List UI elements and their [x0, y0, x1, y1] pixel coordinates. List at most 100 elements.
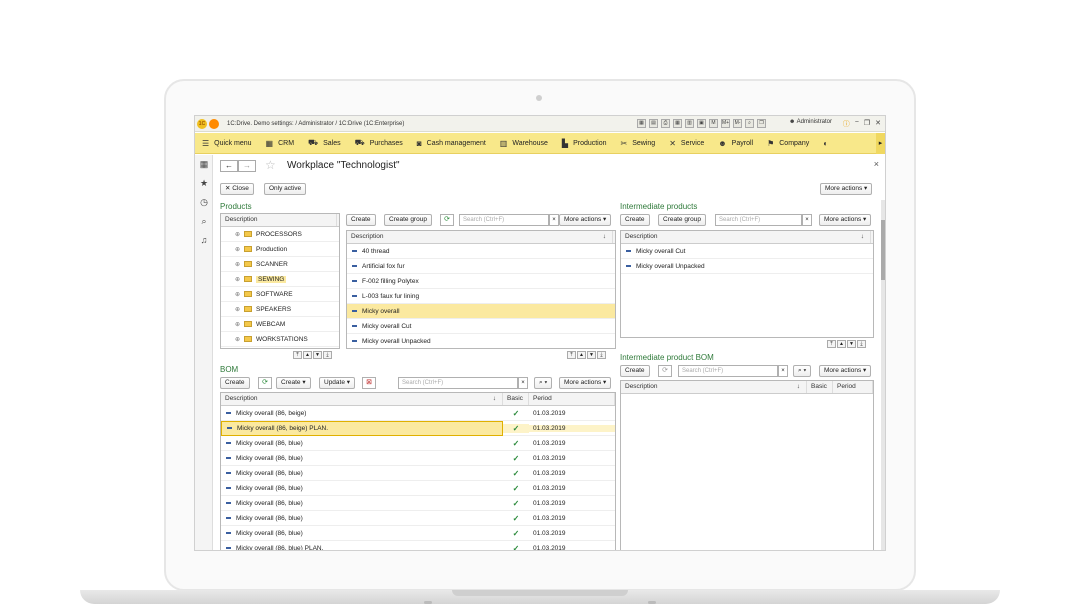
table-row[interactable]: Micky overall (86, blue) ✓ 01.03.2019: [221, 526, 615, 541]
tree-item-selected[interactable]: ⊕ SEWING: [221, 272, 339, 287]
clear-search-icon[interactable]: ×: [802, 214, 812, 226]
table-row[interactable]: Micky overall (86, blue) ✓ 01.03.2019: [221, 466, 615, 481]
sort-icon[interactable]: ↓: [493, 393, 496, 405]
memory-plus-icon[interactable]: M+: [721, 119, 730, 128]
scroll-top-icon[interactable]: ⤒: [293, 351, 302, 359]
favorite-star-icon[interactable]: ☆: [265, 158, 276, 172]
list-item[interactable]: Artificial fox fur: [347, 259, 615, 274]
expand-icon[interactable]: ⊕: [235, 246, 241, 253]
memory-icon[interactable]: M: [709, 119, 718, 128]
refresh-icon[interactable]: ⟳: [258, 377, 272, 389]
scroll-bottom-icon[interactable]: ⤓: [857, 340, 866, 348]
intermediate-bom-create-button[interactable]: Create: [620, 365, 650, 377]
table-row[interactable]: Micky overall (86, beige) ✓ 01.03.2019: [221, 406, 615, 421]
scroll-bottom-icon[interactable]: ⤓: [597, 351, 606, 359]
scroll-down-icon[interactable]: ▼: [847, 340, 856, 348]
intermediate-bom-more-actions-button[interactable]: More actions ▾: [819, 365, 872, 377]
table-icon[interactable]: ▤: [649, 119, 658, 128]
user-label[interactable]: ☻ Administrator: [789, 119, 832, 125]
sort-icon[interactable]: ↓: [603, 231, 606, 243]
expand-icon[interactable]: ⊕: [235, 231, 241, 238]
section-crm[interactable]: ▦ CRM: [259, 133, 302, 154]
close-button[interactable]: ✕ Close: [220, 183, 254, 195]
products-more-actions-button[interactable]: More actions ▾: [559, 214, 612, 226]
intermediate-more-actions-button[interactable]: More actions ▾: [819, 214, 872, 226]
section-purchases[interactable]: ⛟ Purchases: [348, 133, 410, 154]
app-logo-icon[interactable]: 1C: [197, 118, 207, 129]
clear-search-icon[interactable]: ×: [518, 377, 528, 389]
section-warehouse[interactable]: ▥ Warehouse: [493, 133, 555, 154]
scroll-down-icon[interactable]: ▼: [313, 351, 322, 359]
intermediate-bom-table[interactable]: Description ↓ Basic Period: [620, 380, 874, 550]
table-row[interactable]: Micky overall (86, blue) ✓ 01.03.2019: [221, 496, 615, 511]
info-icon[interactable]: ⓘ: [843, 119, 850, 129]
expand-icon[interactable]: ⊕: [235, 291, 241, 298]
section-sales[interactable]: ⛟ Sales: [301, 133, 348, 154]
bom-search-menu-button[interactable]: ⌕ ▾: [534, 377, 553, 389]
print-icon[interactable]: ⎙: [661, 119, 670, 128]
scroll-top-icon[interactable]: ⤒: [827, 340, 836, 348]
section-company[interactable]: ⚑ Company: [760, 133, 816, 154]
favorites-star-icon[interactable]: ★: [195, 174, 213, 193]
section-service[interactable]: ✕ Service: [662, 133, 711, 154]
list-item-selected[interactable]: Micky overall: [347, 304, 615, 319]
tree-item[interactable]: ⊕ PROCESSORS: [221, 227, 339, 242]
clear-search-icon[interactable]: ×: [549, 214, 559, 226]
clear-search-icon[interactable]: ×: [778, 365, 788, 377]
list-item[interactable]: L-003 faux fur lining: [347, 289, 615, 304]
scroll-right-icon[interactable]: ▸: [876, 133, 885, 154]
expand-icon[interactable]: ⊕: [235, 336, 241, 343]
table-row[interactable]: Micky overall (86, blue) ✓ 01.03.2019: [221, 481, 615, 496]
intermediate-search-input[interactable]: Search (Ctrl+F): [715, 214, 802, 226]
scroll-up-icon[interactable]: ▲: [303, 351, 312, 359]
delete-icon[interactable]: ⊠: [362, 377, 376, 389]
tree-item[interactable]: ⊕ WORKSTATIONS: [221, 332, 339, 347]
bom-create-dropdown-button[interactable]: Create ▾: [276, 377, 311, 389]
table-row[interactable]: Micky overall (86, blue) ✓ 01.03.2019: [221, 511, 615, 526]
section-more[interactable]: ◐: [816, 133, 840, 154]
table-row[interactable]: Micky overall (86, blue) ✓ 01.03.2019: [221, 451, 615, 466]
section-sewing[interactable]: ✂ Sewing: [614, 133, 663, 154]
more-actions-button[interactable]: More actions ▾: [820, 183, 873, 195]
intermediate-bom-search-input[interactable]: Search (Ctrl+F): [678, 365, 778, 377]
expand-icon[interactable]: ⊕: [235, 261, 241, 268]
zoom-icon[interactable]: ⌕: [745, 119, 754, 128]
bom-create-button[interactable]: Create: [220, 377, 250, 389]
expand-icon[interactable]: ⊕: [235, 321, 241, 328]
expand-icon[interactable]: ⊕: [235, 276, 241, 283]
section-cash-management[interactable]: ◙ Cash management: [410, 133, 493, 154]
refresh-icon[interactable]: ⟳: [440, 214, 454, 226]
scroll-up-icon[interactable]: ▲: [837, 340, 846, 348]
bom-update-button[interactable]: Update ▾: [319, 377, 356, 389]
grid-icon[interactable]: ▦: [637, 119, 646, 128]
tree-item[interactable]: ⊕ SOFTWARE: [221, 287, 339, 302]
search-icon[interactable]: ⌕: [195, 212, 213, 231]
copy-icon[interactable]: ❐: [757, 119, 766, 128]
calendar-icon[interactable]: ▥: [685, 119, 694, 128]
history-icon[interactable]: ◷: [195, 193, 213, 212]
intermediate-create-group-button[interactable]: Create group: [658, 214, 706, 226]
list-item[interactable]: Micky overall Cut: [347, 319, 615, 334]
intermediate-list[interactable]: Description ↓ Micky overall Cut Micky ove…: [620, 230, 874, 338]
expand-icon[interactable]: ⊕: [235, 306, 241, 313]
intermediate-create-button[interactable]: Create: [620, 214, 650, 226]
form-scrollbar[interactable]: [881, 200, 885, 550]
list-item[interactable]: Micky overall Unpacked: [347, 334, 615, 348]
only-active-button[interactable]: Only active: [264, 183, 307, 195]
back-arrow-icon[interactable]: ←: [220, 160, 238, 172]
products-list[interactable]: Description ↓ 40 thread Artificial fox fu…: [346, 230, 616, 349]
tree-item[interactable]: ⊕ Production: [221, 242, 339, 257]
minimize-icon[interactable]: −: [855, 119, 859, 129]
list-item[interactable]: Micky overall Cut: [621, 244, 873, 259]
tree-item[interactable]: ⊕ WEBCAM: [221, 317, 339, 332]
products-tree[interactable]: Description ⊕ PROCESSORS ⊕ Production ⊕ SCA…: [220, 213, 340, 349]
products-create-button[interactable]: Create: [346, 214, 376, 226]
main-menu-icon[interactable]: [209, 118, 219, 129]
restore-icon[interactable]: ❐: [864, 119, 870, 129]
notifications-bell-icon[interactable]: ♫: [195, 231, 213, 250]
close-icon[interactable]: ✕: [875, 119, 881, 129]
section-quick-menu[interactable]: ☰ Quick menu: [195, 133, 259, 154]
scroll-up-icon[interactable]: ▲: [577, 351, 586, 359]
refresh-icon[interactable]: ⟳: [658, 365, 672, 377]
sort-icon[interactable]: ↓: [861, 231, 864, 243]
